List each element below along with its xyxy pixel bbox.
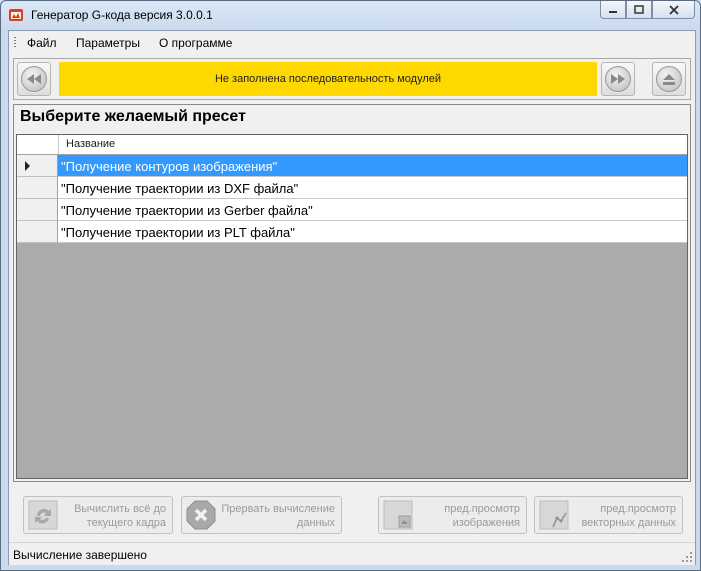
maximize-icon [634,5,644,14]
close-icon [668,4,679,15]
module-sequence-panel: Не заполнена последовательность модулей [13,58,691,100]
preview-image-label-line1: пред.просмотр [444,503,520,515]
preset-grid[interactable]: Название "Получение контуров изображения… [16,134,688,479]
eject-icon [663,73,675,85]
vector-preview-icon [539,500,569,530]
grid-header-corner[interactable] [17,135,59,154]
fast-forward-icon [611,74,625,84]
maximize-button[interactable] [626,1,652,19]
menu-parameters[interactable]: Параметры [76,36,140,50]
compute-label-line2: текущего кадра [86,517,166,529]
refresh-icon [28,500,58,530]
compute-label-line1: Вычислить всё до [74,503,166,515]
row-header[interactable] [17,155,58,177]
grid-header: Название [17,135,687,155]
preview-vector-label-line2: векторных данных [581,517,676,529]
preset-name-cell[interactable]: "Получение траектории из DXF файла" [58,177,687,199]
compute-to-frame-button[interactable]: Вычислить всё до текущего кадра [23,496,173,534]
title-bar[interactable]: Генератор G-кода версия 3.0.0.1 [1,1,700,29]
preview-image-button[interactable]: пред.просмотр изображения [378,496,527,534]
status-bar: Вычисление завершено [9,542,695,565]
status-text: Вычисление завершено [13,548,147,562]
module-status-bar: Не заполнена последовательность модулей [59,62,597,96]
menu-about[interactable]: О программе [159,36,232,50]
preview-vector-button[interactable]: пред.просмотр векторных данных [534,496,683,534]
eject-button[interactable] [652,62,686,96]
previous-module-button[interactable] [17,62,51,96]
preview-vector-label-line1: пред.просмотр [600,503,676,515]
abort-label-line1: Прервать вычисление [221,503,335,515]
next-module-button[interactable] [601,62,635,96]
table-row[interactable]: "Получение траектории из DXF файла" [17,177,687,199]
preview-image-label-line2: изображения [452,517,520,529]
current-row-icon [25,161,30,171]
client-area: Файл Параметры О программе Не заполнена … [8,30,696,565]
preset-name-cell[interactable]: "Получение траектории из PLT файла" [58,221,687,243]
app-window: Генератор G-кода версия 3.0.0.1 Файл Пар… [0,0,701,571]
window-title: Генератор G-кода версия 3.0.0.1 [31,8,213,22]
row-header[interactable] [17,199,58,221]
preset-name-cell[interactable]: "Получение траектории из Gerber файла" [58,199,687,221]
menu-bar: Файл Параметры О программе [9,31,695,55]
preset-heading: Выберите желаемый пресет [20,108,246,125]
stop-icon [186,500,216,530]
column-header-name[interactable]: Название [66,138,115,150]
abort-button[interactable]: Прервать вычисление данных [181,496,342,534]
minimize-icon [609,10,617,13]
preset-name-cell[interactable]: "Получение контуров изображения" [58,155,687,177]
table-row[interactable]: "Получение траектории из Gerber файла" [17,199,687,221]
preset-panel: Выберите желаемый пресет Название "Получ… [13,104,691,482]
resize-grip-icon[interactable] [681,551,693,563]
menu-grip [14,37,16,49]
rewind-icon [27,74,41,84]
image-preview-icon [383,500,413,530]
close-button[interactable] [652,1,695,19]
minimize-button[interactable] [600,1,626,19]
abort-label-line2: данных [296,517,335,529]
app-icon [9,9,23,21]
table-row[interactable]: "Получение траектории из PLT файла" [17,221,687,243]
module-status-text: Не заполнена последовательность модулей [214,73,442,85]
menu-file[interactable]: Файл [27,36,57,50]
row-header[interactable] [17,177,58,199]
row-header[interactable] [17,221,58,243]
table-row[interactable]: "Получение контуров изображения" [17,155,687,177]
